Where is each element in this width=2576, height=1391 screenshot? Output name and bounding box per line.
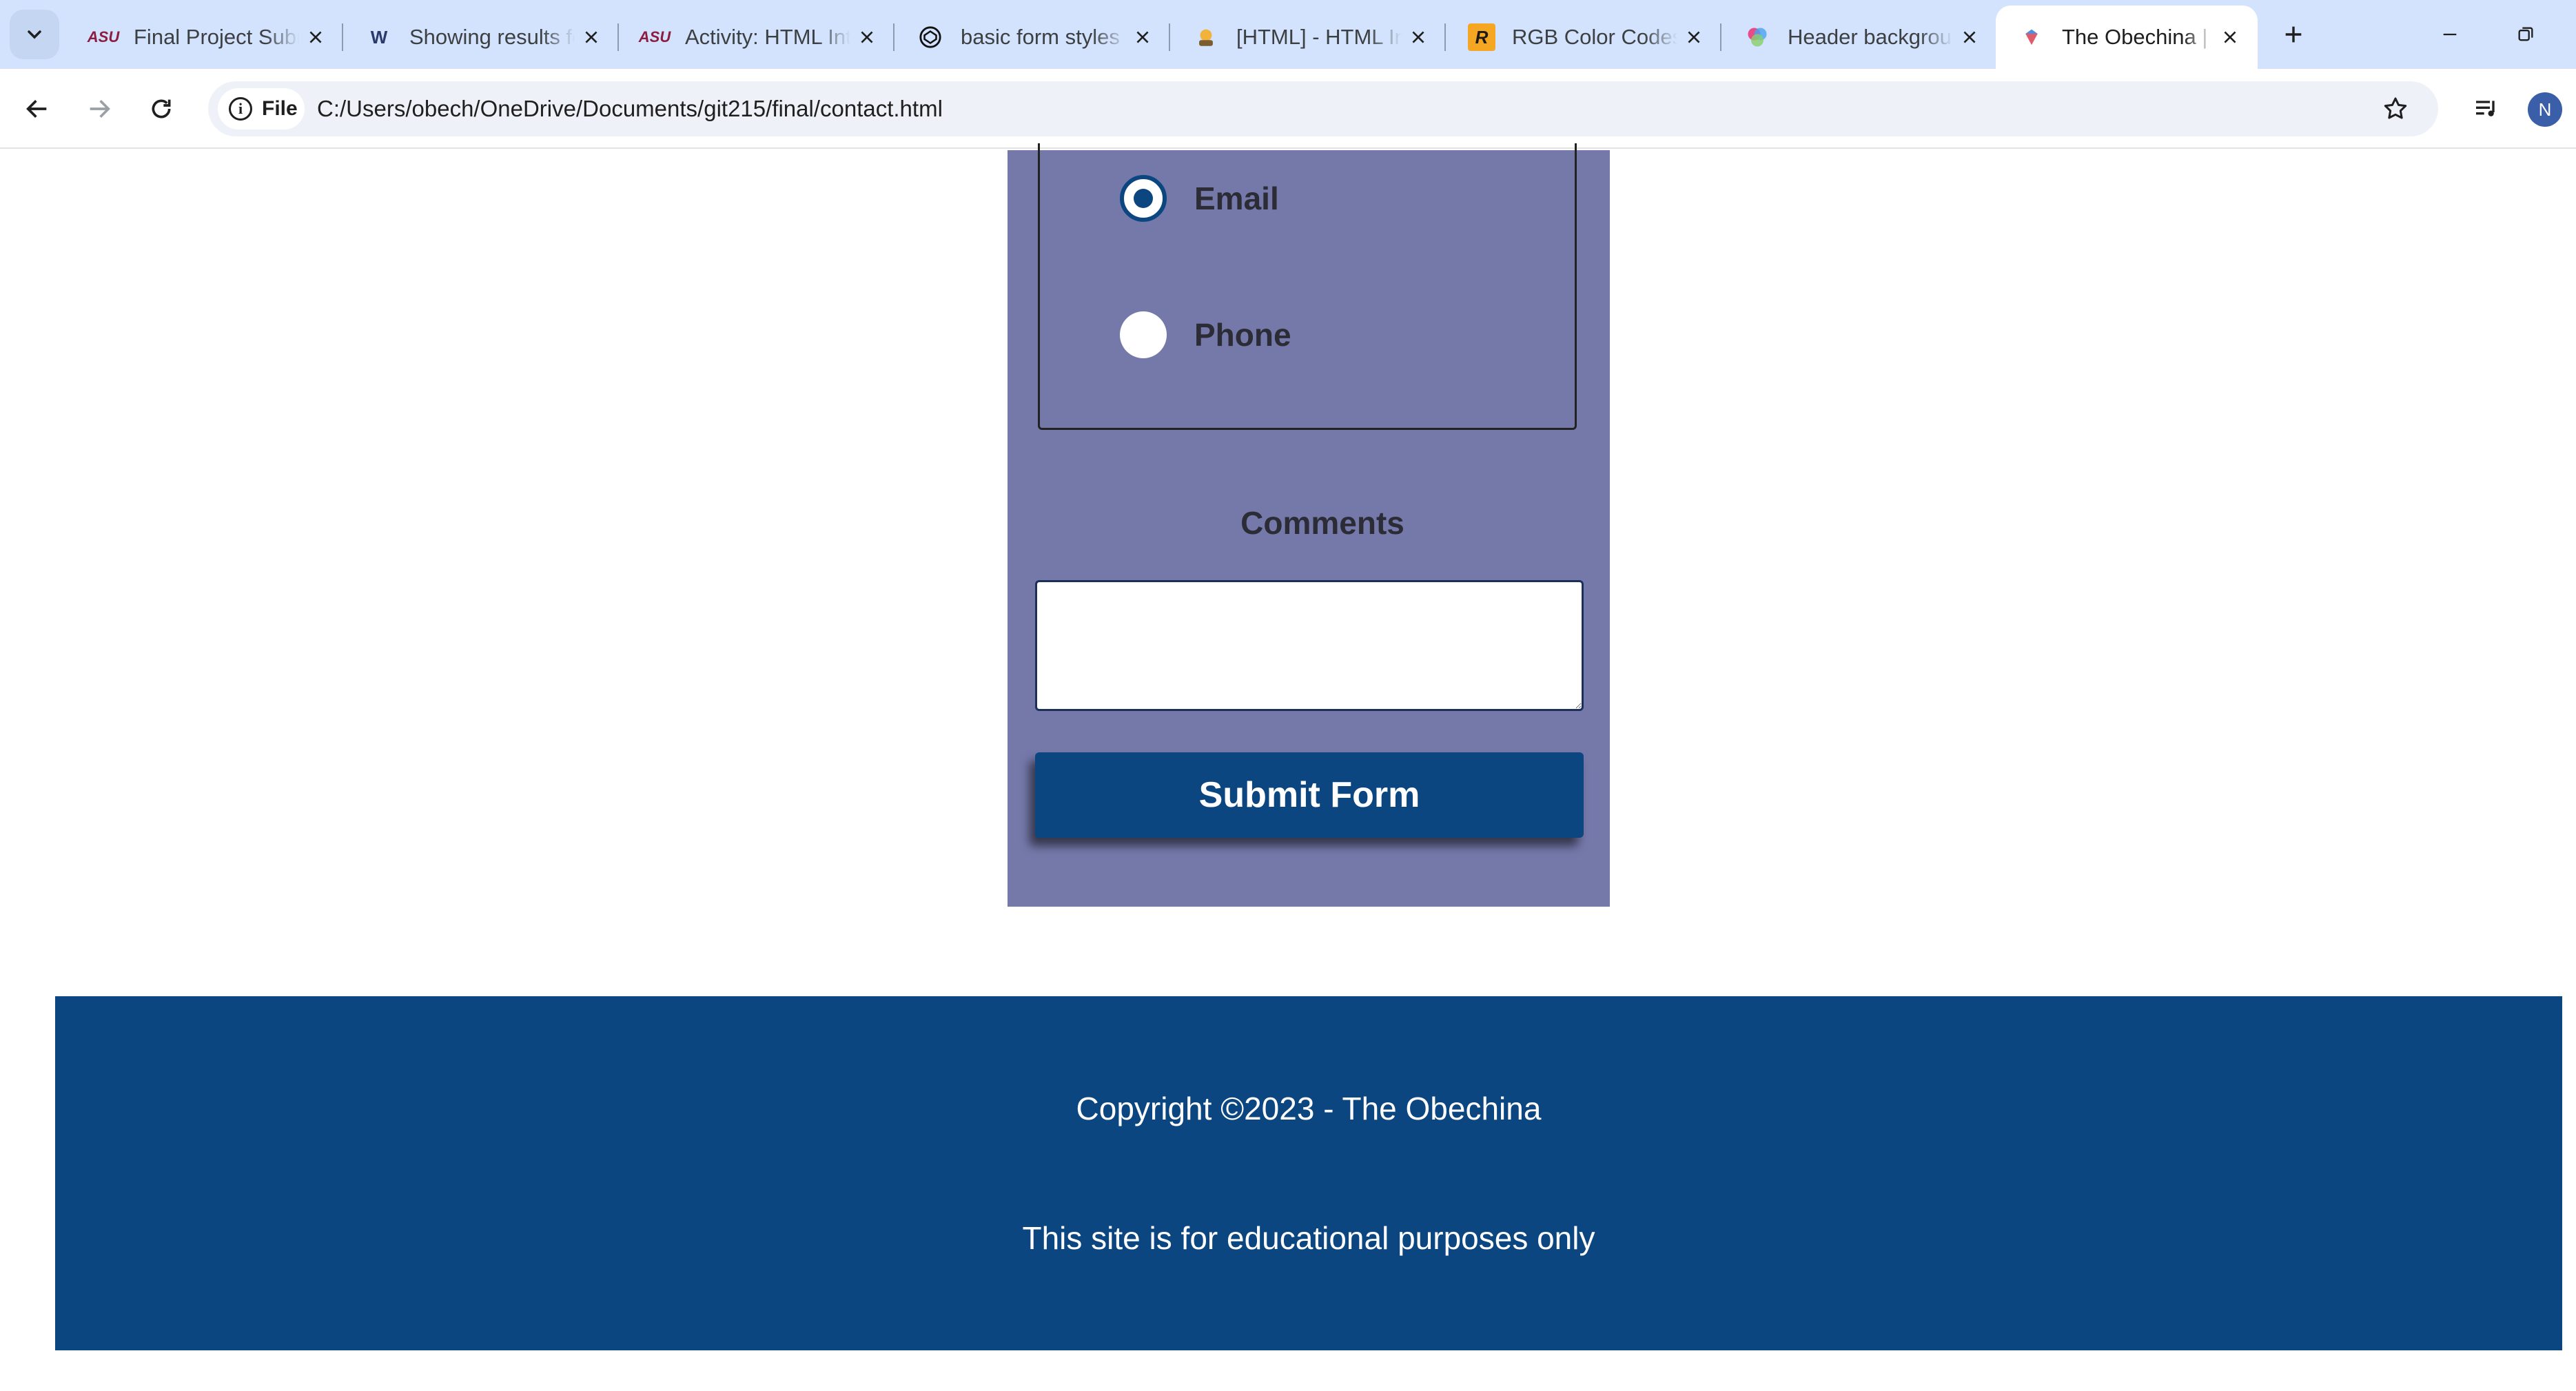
email-radio-label[interactable]: Email [1194, 180, 1279, 217]
tab-validator-results[interactable]: W Showing results for [343, 6, 619, 69]
tab-html-input[interactable]: [HTML] - HTML Input [1170, 6, 1446, 69]
tab-title: The Obechina | Contact [2062, 25, 2214, 49]
arrow-left-icon [26, 100, 47, 118]
radio-option-email[interactable]: Email [1120, 174, 1279, 223]
phone-radio-label[interactable]: Phone [1194, 316, 1291, 353]
tab-strip: ASU Final Project Submission W Showing r… [0, 0, 2576, 69]
restore-button[interactable] [2488, 0, 2564, 69]
browser-toolbar: i File C:/Users/obech/OneDrive/Documents… [0, 69, 2576, 149]
tab-title: Header background [1788, 25, 1953, 49]
minimize-icon [2443, 33, 2457, 36]
phone-radio[interactable] [1120, 311, 1167, 358]
footer-disclaimer: This site is for educational purposes on… [1022, 1220, 1595, 1256]
footer-copyright: Copyright ©2023 - The Obechina [1076, 1091, 1542, 1126]
radio-option-phone[interactable]: Phone [1120, 310, 1291, 360]
tab-basic-form-styles[interactable]: basic form styles [895, 6, 1170, 69]
submit-form-button[interactable]: Submit Form [1035, 752, 1584, 838]
comments-label: Comments [1240, 505, 1404, 541]
site-footer: Copyright ©2023 - The Obechina This site… [55, 996, 2562, 1350]
tab-title: Activity: HTML Introduction [685, 25, 850, 49]
asu-logo-icon: ASU [87, 28, 120, 45]
site-info-chip[interactable]: i File [218, 88, 305, 130]
tab-activity-html[interactable]: ASU Activity: HTML Introduction [619, 6, 895, 69]
tab-header-background[interactable]: Header background [1721, 6, 1997, 69]
close-icon[interactable] [1677, 21, 1710, 54]
email-radio[interactable] [1120, 175, 1167, 222]
w3-validator-icon: W [370, 26, 388, 48]
new-tab-button[interactable] [2274, 15, 2313, 54]
media-queue-icon [2476, 101, 2495, 116]
tab-rgb-color-codes[interactable]: R RGB Color Codes [1446, 6, 1721, 69]
close-icon[interactable] [299, 21, 332, 54]
file-scheme-label: File [262, 97, 298, 120]
codepen-icon [917, 23, 944, 51]
bookmark-star-button[interactable] [2378, 91, 2413, 127]
sololearn-icon [1192, 23, 1220, 51]
contact-form-panel: Email Phone Comments Submit Form [1008, 143, 1610, 907]
tab-title: RGB Color Codes [1512, 25, 1677, 49]
page-viewport: Email Phone Comments Submit Form Copyrig… [0, 143, 2576, 1391]
address-bar[interactable]: i File C:/Users/obech/OneDrive/Documents… [208, 81, 2438, 136]
close-icon[interactable] [2214, 21, 2247, 54]
rapidtables-icon: R [1468, 23, 1495, 51]
media-controls-button[interactable] [2464, 87, 2508, 131]
restore-icon [2518, 27, 2533, 41]
profile-avatar[interactable]: N [2528, 92, 2562, 127]
reload-icon [152, 99, 171, 119]
plus-icon [2285, 26, 2302, 43]
star-icon [2384, 97, 2407, 119]
asu-logo-icon: ASU [638, 28, 671, 45]
arrow-right-icon [90, 100, 110, 118]
close-icon[interactable] [1126, 21, 1159, 54]
url-text[interactable]: C:/Users/obech/OneDrive/Documents/git215… [317, 81, 943, 136]
info-icon: i [229, 97, 252, 121]
tab-obechina-contact[interactable]: The Obechina | Contact [1996, 6, 2258, 69]
close-icon[interactable] [850, 21, 883, 54]
tab-title: Final Project Submission [134, 25, 299, 49]
colorful-circle-icon [1744, 23, 1771, 51]
chevron-down-icon [28, 30, 41, 39]
tab-title: [HTML] - HTML Input [1236, 25, 1402, 49]
radio-dot [1134, 189, 1153, 208]
close-icon[interactable] [575, 21, 608, 54]
comments-textarea[interactable] [1035, 580, 1584, 711]
forward-button[interactable] [77, 87, 121, 131]
page-icon [2018, 23, 2045, 51]
tab-final-project[interactable]: ASU Final Project Submission [68, 6, 343, 69]
back-button[interactable] [15, 87, 59, 131]
reload-button[interactable] [139, 87, 183, 131]
minimize-button[interactable] [2412, 0, 2488, 69]
contact-preference-fieldset: Email Phone [1038, 143, 1577, 430]
tab-title: Showing results for [409, 25, 575, 49]
tab-search-button[interactable] [10, 10, 59, 59]
close-icon[interactable] [1402, 21, 1435, 54]
tab-title: basic form styles [961, 25, 1120, 49]
close-icon[interactable] [1953, 21, 1986, 54]
